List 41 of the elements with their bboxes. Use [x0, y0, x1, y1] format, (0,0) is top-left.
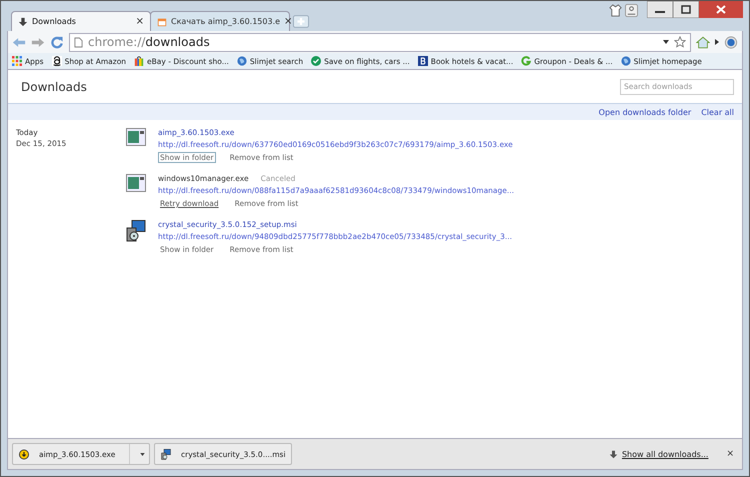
dropdown-caret-icon[interactable] — [140, 452, 145, 456]
letter-g-icon — [521, 56, 532, 66]
letter-a-icon — [52, 56, 62, 66]
maximize-icon[interactable] — [673, 1, 699, 18]
browser-tab[interactable]: Downloads × — [11, 11, 151, 31]
home-icon[interactable] — [696, 36, 710, 48]
program-window-icon — [126, 128, 146, 146]
page-icon — [157, 16, 167, 26]
dropdown-caret-icon[interactable] — [663, 40, 669, 44]
installer-package-icon — [161, 448, 171, 460]
tab-title: Скачать aimp_3.60.1503.e — [171, 17, 280, 26]
letter-b-icon — [418, 56, 428, 66]
browser-tab[interactable]: Скачать aimp_3.60.1503.e × — [150, 11, 290, 31]
address-bar[interactable]: chrome://downloads — [69, 32, 691, 52]
show-all-downloads-link[interactable]: Show all downloads... — [622, 450, 708, 458]
download-arrow-icon — [608, 450, 618, 458]
reload-icon[interactable] — [50, 36, 64, 48]
user-icon[interactable] — [625, 4, 638, 17]
page-link[interactable]: Open downloads folder — [598, 108, 692, 116]
shopping-bag-icon — [134, 56, 144, 66]
shirt-icon[interactable] — [609, 4, 622, 17]
globe-icon[interactable] — [724, 36, 738, 48]
download-arrow-icon — [18, 16, 28, 26]
address-text: chrome://downloads — [88, 35, 211, 49]
app-grid-icon — [12, 56, 22, 66]
tab-close-button[interactable]: × — [284, 16, 292, 27]
globe-icon — [236, 56, 247, 66]
program-window-icon — [126, 174, 146, 192]
minimize-icon[interactable] — [647, 1, 673, 18]
close-shelf-button[interactable]: × — [726, 449, 734, 459]
page-title: Downloads — [21, 80, 87, 94]
tab-title: Downloads — [32, 17, 77, 26]
globe-icon — [620, 56, 631, 66]
tab-close-button[interactable]: × — [136, 16, 144, 27]
close-icon[interactable] — [699, 1, 743, 18]
installer-package-icon — [126, 220, 146, 242]
star-icon[interactable] — [674, 36, 686, 48]
page-link[interactable]: Clear all — [701, 108, 734, 116]
checkmark-circle-icon — [311, 56, 322, 66]
page-icon — [74, 36, 83, 48]
caret-icon[interactable] — [715, 39, 719, 45]
